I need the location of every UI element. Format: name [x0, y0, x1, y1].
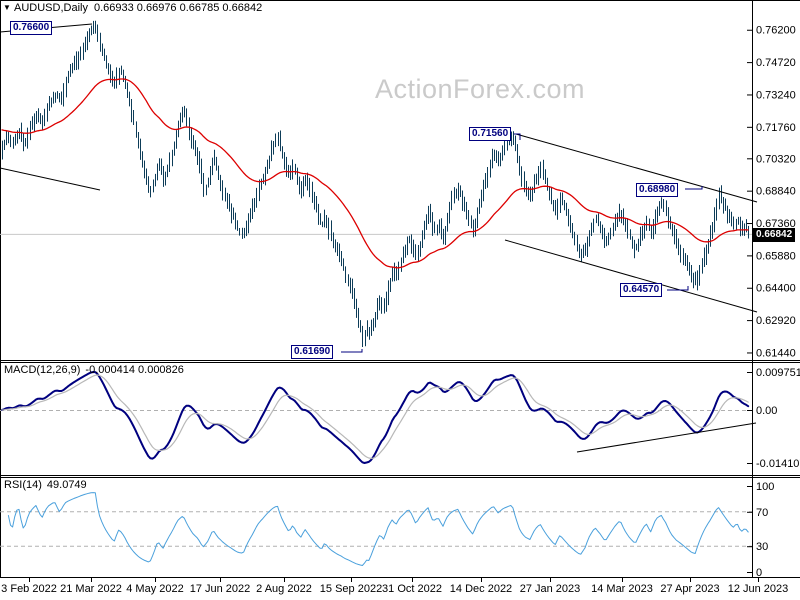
macd-label: MACD(12,26,9) — [4, 364, 81, 376]
rsi-panel-label: RSI(14) 49.0749 — [4, 479, 87, 491]
y-tick-label: 0.70320 — [756, 153, 796, 165]
macd-lines — [1, 371, 757, 464]
rsi-value: 49.0749 — [46, 479, 87, 491]
rsi-tick-label: 0 — [756, 567, 762, 579]
x-axis-date-labels: 3 Feb 2022 21 Mar 2022 4 May 2022 17 Jun 20… — [1, 578, 788, 595]
current-price-tag: 0.66842 — [753, 228, 796, 242]
y-tick-label: 0.76200 — [756, 25, 796, 37]
chart-title: AUDUSD,Daily 0.66933 0.66976 0.66785 0.66… — [14, 2, 262, 14]
macd-main-line — [1, 371, 750, 464]
price-tag-0.68980: 0.68980 — [636, 183, 679, 197]
symbol-period-label: AUDUSD,Daily — [14, 2, 88, 14]
y-tick-label: 0.65880 — [756, 250, 796, 262]
date-label: 27 Jan 2023 — [520, 583, 581, 595]
price-label-connector — [341, 349, 363, 353]
rsi-line — [7, 492, 749, 566]
moving-average-path — [1, 78, 749, 269]
date-label: 17 Jun 2022 — [190, 583, 251, 595]
date-label: 31 Oct 2022 — [382, 583, 442, 595]
price-tag-0.71560: 0.71560 — [469, 127, 512, 141]
trendline — [504, 239, 758, 313]
moving-average-line — [1, 78, 749, 269]
price-tag-0.61690: 0.61690 — [291, 345, 334, 359]
y-tick-label: 0.64400 — [756, 283, 796, 295]
date-label: 3 Feb 2022 — [1, 583, 57, 595]
y-tick-label: 0.61440 — [756, 347, 796, 359]
y-tick-label: 0.68840 — [756, 186, 796, 198]
rsi-tick-label: 70 — [756, 507, 768, 519]
date-label: 27 Apr 2023 — [660, 583, 719, 595]
ohlc-values: 0.66933 0.66976 0.66785 0.66842 — [93, 2, 263, 14]
macd-panel-label: MACD(12,26,9) -0.000414 0.000826 — [4, 364, 184, 376]
trendline — [0, 167, 101, 191]
date-label: 12 Jun 2023 — [728, 583, 789, 595]
chart-canvas: 0.76200 0.74720 0.73240 0.71760 0.70320 0.688… — [0, 0, 800, 595]
dashed-gridlines — [0, 410, 752, 547]
price-tag-0.76600: 0.76600 — [10, 21, 53, 35]
trendlines — [0, 23, 758, 313]
rsi-tick-label: 30 — [756, 541, 768, 553]
date-label: 15 Sep 2022 — [320, 583, 382, 595]
macd-tick-label: -0.014107 — [756, 458, 800, 470]
rsi-tick-label: 100 — [756, 481, 774, 493]
macd-values: -0.000414 0.000826 — [85, 364, 184, 376]
symbol-dropdown-icon[interactable]: ▼ — [3, 3, 11, 12]
price-label-connector — [685, 186, 703, 190]
rsi-label: RSI(14) — [4, 479, 42, 491]
macd-signal-line — [1, 374, 749, 459]
date-label: 14 Dec 2022 — [450, 583, 512, 595]
date-label: 21 Mar 2022 — [60, 583, 122, 595]
date-label: 2 Aug 2022 — [256, 583, 312, 595]
macd-tick-label: 0.00 — [756, 405, 777, 417]
macd-trendline — [576, 422, 757, 453]
macd-tick-label: 0.009751 — [756, 367, 800, 379]
price-tag-0.64570: 0.64570 — [620, 283, 663, 297]
y-tick-label: 0.71760 — [756, 122, 796, 134]
rsi-path — [7, 492, 749, 566]
y-tick-label: 0.62920 — [756, 315, 796, 327]
y-tick-label: 0.74720 — [756, 57, 796, 69]
y-tick-label: 0.73240 — [756, 89, 796, 101]
panel-borders — [0, 0, 800, 578]
date-label: 14 Mar 2023 — [591, 583, 653, 595]
y-axis-labels: 0.76200 0.74720 0.73240 0.71760 0.70320 0.688… — [747, 25, 800, 579]
date-label: 4 May 2022 — [126, 583, 183, 595]
chart-window: ActionForex.com 0.76200 0.74720 0.73240 0.7… — [0, 0, 800, 600]
